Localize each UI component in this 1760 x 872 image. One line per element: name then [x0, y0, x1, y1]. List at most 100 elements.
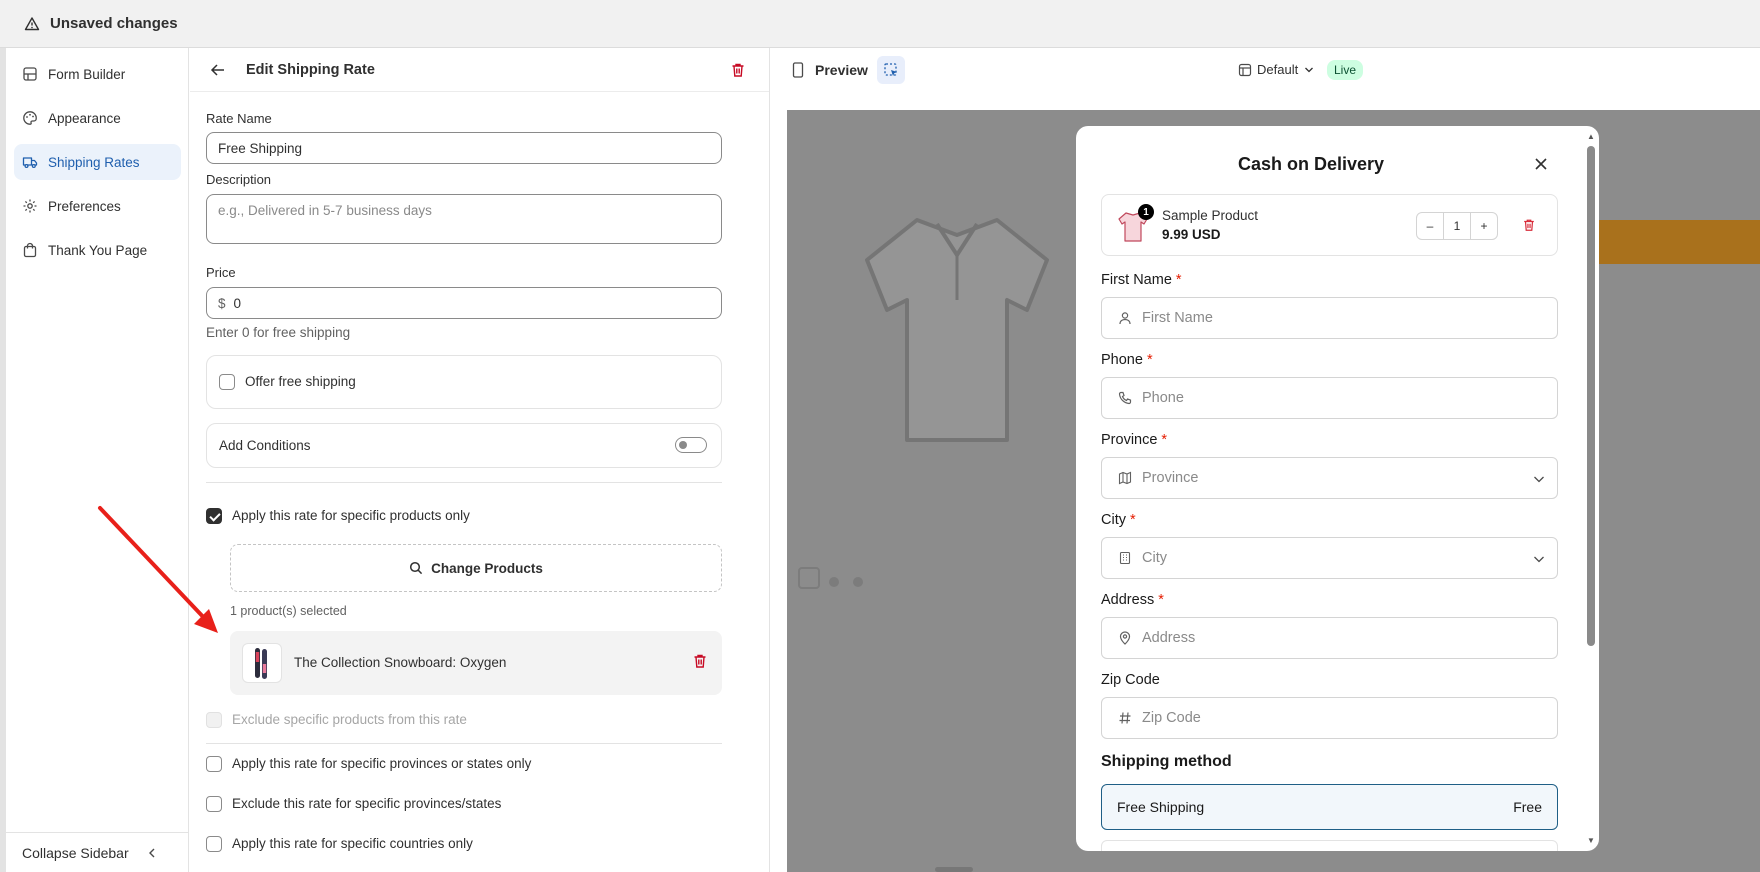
top-bar: Unsaved changes [0, 0, 1760, 48]
quantity-stepper: – 1 + [1416, 212, 1498, 240]
increase-quantity-button[interactable]: + [1471, 213, 1497, 239]
preview-header: Preview Default Live [771, 48, 1760, 92]
collapse-sidebar-button[interactable]: Collapse Sidebar [6, 832, 189, 872]
building-icon [1119, 551, 1131, 565]
rate-name-input[interactable]: Free Shipping [206, 132, 722, 164]
arrow-left-icon[interactable] [210, 62, 226, 78]
specific-provinces-checkbox[interactable] [206, 756, 222, 772]
offer-free-shipping-checkbox[interactable] [219, 374, 235, 390]
hash-icon [1119, 712, 1131, 724]
quantity-badge: 1 [1138, 204, 1154, 220]
delete-rate-icon[interactable] [730, 62, 746, 78]
editor-header: Edit Shipping Rate [190, 48, 769, 92]
change-products-label: Change Products [431, 560, 543, 576]
address-input[interactable]: Address [1101, 617, 1558, 659]
scroll-up-arrow[interactable]: ▲ [1587, 132, 1595, 141]
template-selector[interactable]: Default [1238, 62, 1319, 77]
sidebar-item-thank-you-page[interactable]: Thank You Page [14, 232, 181, 268]
address-placeholder: Address [1142, 630, 1196, 646]
sidebar-item-appearance[interactable]: Appearance [14, 100, 181, 136]
decrease-quantity-button[interactable]: – [1417, 213, 1443, 239]
cart-product-price: 9.99 USD [1162, 227, 1221, 242]
city-select[interactable]: City [1101, 537, 1558, 579]
quantity-value[interactable]: 1 [1443, 213, 1471, 239]
shipping-method-heading: Shipping method [1101, 753, 1232, 770]
phone-icon [1118, 391, 1132, 405]
snowboard-image [255, 648, 267, 679]
sidebar-item-shipping-rates[interactable]: Shipping Rates [14, 144, 181, 180]
template-name: Default [1257, 62, 1299, 77]
remove-cart-item-icon[interactable] [1522, 217, 1536, 233]
form-builder-icon [23, 67, 37, 81]
province-placeholder: Province [1142, 470, 1199, 486]
inspect-button[interactable] [877, 56, 905, 84]
preview-canvas: Cash on Delivery ▲ ▼ 1 Sample Product 9.… [787, 110, 1760, 872]
exclude-provinces-checkbox[interactable] [206, 796, 222, 812]
change-products-button[interactable]: Change Products [230, 544, 722, 592]
specific-countries-checkbox[interactable] [206, 836, 222, 852]
price-value: 0 [233, 295, 242, 311]
gear-icon [23, 199, 37, 213]
mobile-device-icon[interactable] [792, 62, 804, 78]
shipping-option-selected[interactable]: Free Shipping Free [1101, 784, 1558, 830]
sidebar-item-label: Form Builder [48, 66, 126, 82]
sidebar-item-label: Appearance [48, 110, 121, 126]
phone-input[interactable]: Phone [1101, 377, 1558, 419]
first-name-label: First Name * [1101, 272, 1182, 288]
price-help-text: Enter 0 for free shipping [206, 325, 351, 340]
edit-shipping-rate-panel: Edit Shipping Rate Rate Name Free Shippi… [190, 48, 770, 872]
shipping-option[interactable] [1101, 840, 1558, 851]
unsaved-changes-title: Unsaved changes [50, 15, 178, 32]
price-input[interactable]: $ 0 [206, 287, 722, 319]
live-status-badge: Live [1327, 60, 1364, 80]
first-name-input[interactable]: First Name [1101, 297, 1558, 339]
shipping-option-name: Free Shipping [1117, 799, 1205, 815]
zip-code-label: Zip Code [1101, 672, 1160, 688]
province-label: Province * [1101, 432, 1168, 448]
description-textarea[interactable]: e.g., Delivered in 5-7 business days [206, 194, 722, 244]
layout-icon [1238, 63, 1252, 76]
specific-products-checkbox[interactable] [206, 508, 222, 524]
sidebar-item-form-builder[interactable]: Form Builder [14, 56, 181, 92]
background-dot [829, 577, 839, 587]
horizontal-scrollbar[interactable] [935, 867, 973, 872]
chevron-left-icon [149, 848, 155, 858]
chevron-down-icon [1305, 67, 1314, 72]
close-icon[interactable] [1533, 156, 1549, 172]
divider [206, 743, 722, 744]
chevron-down-icon [1534, 556, 1544, 563]
first-name-placeholder: First Name [1142, 310, 1213, 326]
scroll-down-arrow[interactable]: ▼ [1587, 836, 1595, 845]
app-frame: Form Builder Appearance Shipping Rates P… [6, 48, 1760, 872]
background-thumbnail [798, 567, 820, 589]
specific-products-label: Apply this rate for specific products on… [232, 508, 470, 523]
sidebar-item-label: Shipping Rates [48, 154, 140, 170]
currency-symbol: $ [218, 295, 226, 311]
truck-icon [22, 157, 38, 169]
sidebar-item-label: Thank You Page [48, 242, 148, 258]
shopping-bag-icon [23, 242, 37, 258]
divider [206, 482, 722, 483]
zip-code-placeholder: Zip Code [1142, 710, 1201, 726]
preview-panel: Preview Default Live Cash on Delivery ▲ [771, 48, 1760, 872]
background-buy-button [1587, 220, 1760, 264]
preview-title: Preview [815, 62, 868, 78]
product-thumbnail [242, 643, 282, 683]
sidebar-item-label: Preferences [48, 198, 121, 214]
description-label: Description [206, 172, 272, 187]
sidebar: Form Builder Appearance Shipping Rates P… [6, 48, 189, 872]
remove-product-icon[interactable] [692, 653, 708, 669]
zip-code-input[interactable]: Zip Code [1101, 697, 1558, 739]
modal-scrollbar[interactable] [1587, 146, 1595, 646]
sidebar-item-preferences[interactable]: Preferences [14, 188, 181, 224]
address-label: Address * [1101, 592, 1164, 608]
province-select[interactable]: Province [1101, 457, 1558, 499]
add-conditions-toggle[interactable] [675, 437, 707, 453]
rate-name-value: Free Shipping [218, 140, 303, 156]
warning-icon [24, 16, 40, 30]
t-shirt-image [865, 218, 1049, 442]
city-label: City * [1101, 512, 1136, 528]
editor-title: Edit Shipping Rate [246, 62, 375, 78]
exclude-provinces-label: Exclude this rate for specific provinces… [232, 796, 502, 811]
city-placeholder: City [1142, 550, 1167, 566]
